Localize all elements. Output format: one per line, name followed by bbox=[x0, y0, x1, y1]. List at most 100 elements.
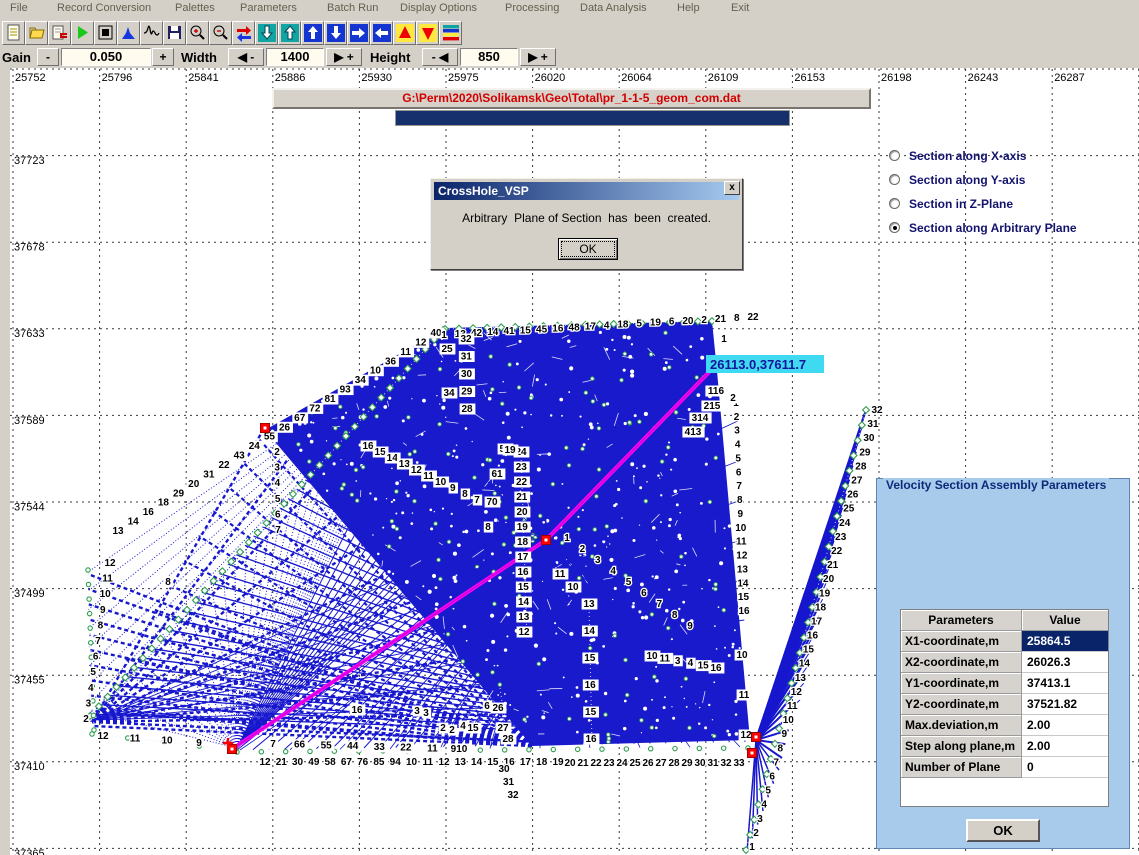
parameters-table: ParametersValueX1-coordinate,m25864.5X2-… bbox=[900, 609, 1109, 807]
move-right-button[interactable] bbox=[347, 21, 370, 45]
move-down-button[interactable] bbox=[324, 21, 347, 45]
top-edge-labels: 45 bbox=[536, 324, 548, 335]
param-value-cell[interactable]: 2.00 bbox=[1022, 715, 1108, 736]
bottom-row-b: 30 bbox=[694, 758, 706, 769]
param-value-cell[interactable]: 0 bbox=[1022, 757, 1108, 778]
height-decrease-button[interactable]: - ◀ bbox=[422, 48, 458, 66]
borehole-590-labels: 16 bbox=[585, 680, 597, 691]
panel-ok-button[interactable]: OK bbox=[966, 819, 1040, 842]
bottom-boxed-labels: 44 bbox=[347, 741, 359, 752]
right-fan-labels: 28 bbox=[855, 461, 867, 472]
bottom-row-b: 23 bbox=[603, 758, 615, 769]
height-field[interactable]: 850 bbox=[460, 48, 518, 66]
radio-selected-icon[interactable] bbox=[889, 222, 900, 233]
param-value-cell[interactable]: 26026.3 bbox=[1022, 652, 1108, 673]
gain-increase-button[interactable]: + bbox=[152, 48, 174, 66]
width-decrease-button[interactable]: ◀ - bbox=[228, 48, 264, 66]
left-column-labels: 7 bbox=[95, 636, 101, 647]
top-edge-labels: 22 bbox=[747, 312, 759, 323]
move-left-button[interactable] bbox=[370, 21, 393, 45]
menu-item-processing[interactable]: Processing bbox=[505, 2, 559, 14]
menu-item-file[interactable]: File bbox=[10, 2, 28, 14]
mid-diagonal-labels: 8 bbox=[462, 489, 468, 500]
table-row: X2-coordinate,m26026.3 bbox=[901, 652, 1108, 673]
menu-item-help[interactable]: Help bbox=[677, 2, 700, 14]
dialog-ok-button[interactable]: OK bbox=[558, 238, 618, 260]
scatter-label: 2 bbox=[730, 393, 736, 404]
shift-up-teal-button[interactable] bbox=[278, 21, 301, 45]
param-value-cell[interactable]: 37413.1 bbox=[1022, 673, 1108, 694]
x-axis-tick: 25930 bbox=[361, 72, 392, 84]
radio-option-3[interactable]: Section in Z-Plane bbox=[909, 197, 1013, 211]
menu-item-exit[interactable]: Exit bbox=[731, 2, 749, 14]
menu-item-batch-run[interactable]: Batch Run bbox=[327, 2, 378, 14]
save-icon bbox=[166, 24, 184, 42]
new-document-button[interactable] bbox=[2, 21, 25, 45]
radio-icon[interactable] bbox=[889, 150, 900, 161]
zoom-in-button[interactable] bbox=[186, 21, 209, 45]
radio-option-2[interactable]: Section along Y-axis bbox=[909, 173, 1025, 187]
bottom-row-b: 20 bbox=[564, 758, 576, 769]
mid-diagonal-labels: 11 bbox=[423, 471, 434, 482]
borehole-520-labels: 21 bbox=[516, 492, 528, 503]
radio-option-4[interactable]: Section along Arbitrary Plane bbox=[909, 221, 1077, 235]
right-edge-labels: 7 bbox=[736, 481, 742, 492]
save-as-button[interactable] bbox=[48, 21, 71, 45]
top-edge-labels: 17 bbox=[585, 321, 597, 332]
left-column-labels: 6 bbox=[93, 652, 99, 663]
gain-decrease-button[interactable]: - bbox=[37, 48, 59, 66]
scatter-label: 8 bbox=[165, 577, 171, 588]
upper-diagonal-labels: 55 bbox=[264, 432, 276, 443]
param-value-cell[interactable]: 37521.82 bbox=[1022, 694, 1108, 715]
radio-icon[interactable] bbox=[889, 198, 900, 209]
zoom-out-button[interactable] bbox=[209, 21, 232, 45]
move-right-icon bbox=[350, 24, 368, 42]
sort-descending-button[interactable] bbox=[416, 21, 439, 45]
gain-field[interactable]: 0.050 bbox=[61, 48, 151, 66]
left-column-labels: 11 bbox=[102, 574, 113, 585]
close-icon[interactable]: x bbox=[724, 181, 740, 195]
radio-label: Section in Z-Plane bbox=[909, 197, 1013, 211]
radio-option-1[interactable]: Section along X-axis bbox=[909, 149, 1026, 163]
width-increase-button[interactable]: ▶ + bbox=[326, 48, 362, 66]
save-button[interactable] bbox=[163, 21, 186, 45]
width-field[interactable]: 1400 bbox=[266, 48, 324, 66]
open-file-button[interactable] bbox=[25, 21, 48, 45]
borehole-277-labels: 5 bbox=[275, 494, 281, 505]
bottom-boxed-labels: 66 bbox=[294, 740, 306, 751]
radio-icon[interactable] bbox=[889, 174, 900, 185]
move-up-button[interactable] bbox=[301, 21, 324, 45]
menu-item-data-analysis[interactable]: Data Analysis bbox=[580, 2, 647, 14]
histogram-button[interactable] bbox=[117, 21, 140, 45]
menu-item-record-conversion[interactable]: Record Conversion bbox=[57, 2, 151, 14]
right-fan-labels: 7 bbox=[773, 757, 779, 768]
scatter-label: 3 bbox=[414, 706, 420, 717]
palette-stripes-button[interactable] bbox=[439, 21, 462, 45]
waveform-button[interactable] bbox=[140, 21, 163, 45]
play-button[interactable] bbox=[71, 21, 94, 45]
stop-record-button[interactable] bbox=[94, 21, 117, 45]
scatter-label: 28 bbox=[502, 734, 514, 745]
height-increase-button[interactable]: ▶ + bbox=[520, 48, 556, 66]
menu-item-parameters[interactable]: Parameters bbox=[240, 2, 297, 14]
param-value-cell[interactable]: 2.00 bbox=[1022, 736, 1108, 757]
shift-down-teal-button[interactable] bbox=[255, 21, 278, 45]
bottom-row-b: 32 bbox=[720, 758, 732, 769]
move-left-icon bbox=[373, 24, 391, 42]
right-edge-boxed: 10 bbox=[736, 650, 748, 661]
menu-item-display-options[interactable]: Display Options bbox=[400, 2, 477, 14]
zoom-in-icon bbox=[189, 24, 207, 42]
right-edge-labels: 3 bbox=[734, 426, 740, 437]
play-icon bbox=[74, 24, 92, 42]
param-value-cell[interactable]: 25864.5 bbox=[1022, 631, 1108, 652]
sort-ascending-button[interactable] bbox=[393, 21, 416, 45]
mid-diagonal-labels: 10 bbox=[435, 477, 447, 488]
swap-traces-button[interactable] bbox=[232, 21, 255, 45]
borehole-468-labels: 29 bbox=[461, 387, 473, 398]
dialog-title-bar[interactable]: CrossHole_VSP bbox=[434, 182, 739, 200]
right-fan-labels: 11 bbox=[787, 701, 798, 712]
open-file-icon bbox=[28, 24, 46, 42]
sort-descending-icon bbox=[419, 24, 437, 42]
scatter-label: 34 bbox=[443, 388, 455, 399]
menu-item-palettes[interactable]: Palettes bbox=[175, 2, 215, 14]
